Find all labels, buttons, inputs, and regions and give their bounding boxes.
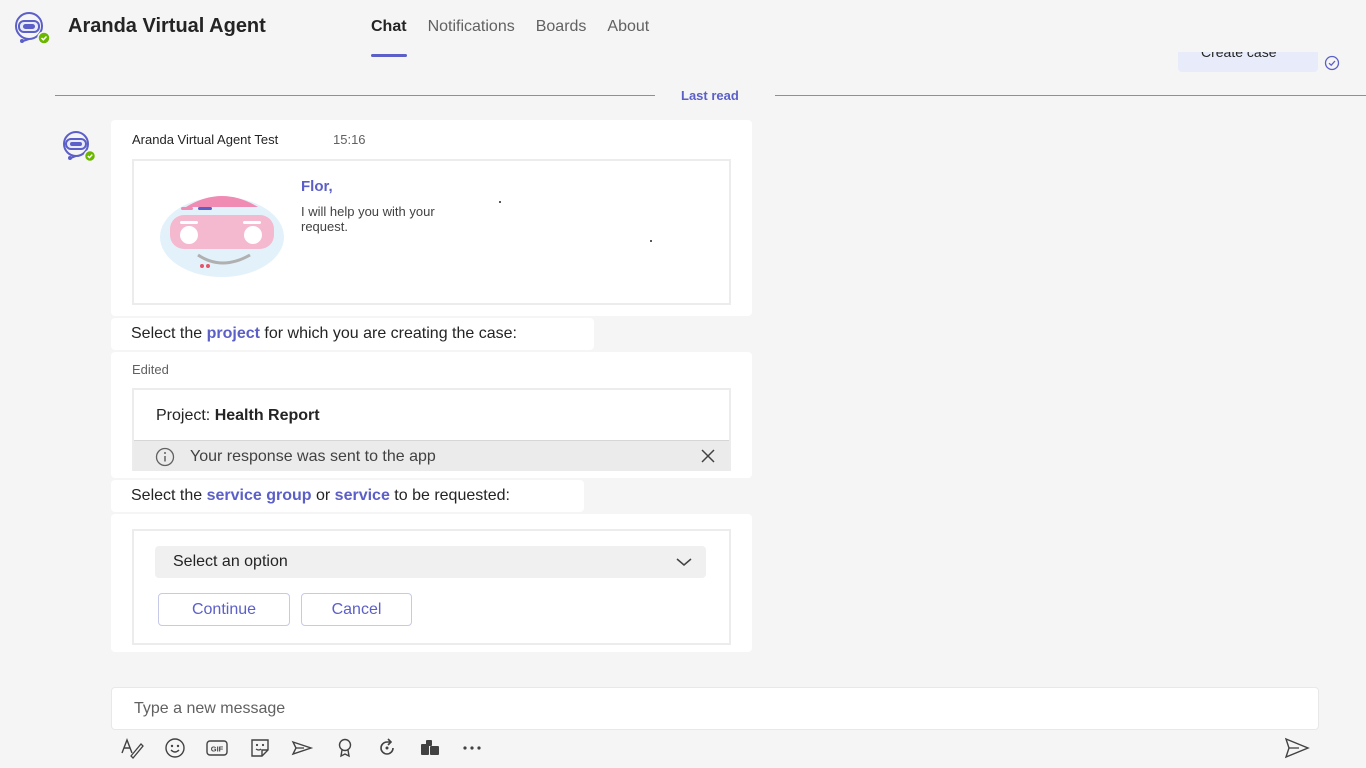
divider-line bbox=[55, 95, 655, 96]
praise-icon[interactable] bbox=[333, 736, 357, 760]
service-prompt: Select the service group or service to b… bbox=[111, 480, 584, 512]
tab-chat[interactable]: Chat bbox=[371, 0, 407, 57]
gif-icon[interactable]: GIF bbox=[205, 736, 229, 760]
apps-icon[interactable] bbox=[418, 736, 442, 760]
emoji-icon[interactable] bbox=[163, 736, 187, 760]
tab-about[interactable]: About bbox=[607, 0, 649, 57]
chevron-down-icon bbox=[676, 558, 692, 566]
loop-icon[interactable] bbox=[375, 736, 399, 760]
decor-dot bbox=[650, 240, 652, 242]
prompt-text: Select the bbox=[131, 487, 207, 504]
bot-headset-icon bbox=[15, 12, 51, 45]
prompt-text: to be requested: bbox=[389, 487, 510, 504]
service-select-card: Select an option Continue Cancel bbox=[111, 514, 752, 652]
dropdown-placeholder: Select an option bbox=[173, 553, 288, 570]
project-label: Project: bbox=[156, 407, 215, 424]
project-line: Project: Health Report bbox=[156, 407, 320, 425]
divider-line bbox=[775, 95, 1366, 96]
last-read-label: Last read bbox=[681, 88, 739, 103]
previous-message-text: Create case bbox=[1201, 52, 1277, 60]
notice-text: Your response was sent to the app bbox=[190, 448, 436, 465]
format-icon[interactable] bbox=[120, 736, 144, 760]
project-prompt: Select the project for which you are cre… bbox=[111, 318, 594, 350]
app-header: Aranda Virtual Agent Chat Notifications … bbox=[0, 0, 1366, 57]
project-response-card: Edited Project: Health Report Your respo… bbox=[111, 352, 752, 478]
svg-text:GIF: GIF bbox=[211, 745, 224, 754]
greeting-name: Flor, bbox=[301, 178, 333, 195]
message-time: 15:16 bbox=[333, 132, 366, 147]
tab-boards[interactable]: Boards bbox=[536, 0, 587, 57]
service-dropdown[interactable]: Select an option bbox=[155, 546, 706, 578]
message-input[interactable] bbox=[112, 688, 1318, 729]
close-icon[interactable] bbox=[700, 448, 716, 464]
project-summary: Project: Health Report Your response was… bbox=[132, 388, 731, 471]
previous-message-bubble[interactable]: Create case bbox=[1178, 52, 1318, 72]
prompt-text: or bbox=[311, 487, 335, 504]
tab-bar: Chat Notifications Boards About bbox=[371, 0, 670, 57]
compose-box bbox=[111, 687, 1319, 730]
prompt-text: Select the bbox=[131, 325, 207, 342]
project-value: Health Report bbox=[214, 407, 320, 424]
meet-icon[interactable] bbox=[290, 736, 314, 760]
prompt-highlight: service bbox=[334, 487, 390, 504]
greeting-text: I will help you with your request. bbox=[301, 204, 435, 234]
response-notice: Your response was sent to the app bbox=[134, 440, 729, 471]
read-receipt-icon bbox=[1324, 55, 1340, 71]
more-icon[interactable] bbox=[460, 736, 484, 760]
prompt-highlight: project bbox=[206, 325, 260, 342]
bot-message-card: Aranda Virtual Agent Test 15:16 Flor, I … bbox=[111, 120, 752, 316]
prompt-text: for which you are creating the case: bbox=[259, 325, 517, 342]
sender-name: Aranda Virtual Agent Test bbox=[132, 132, 279, 147]
app-title: Aranda Virtual Agent bbox=[68, 15, 266, 37]
cancel-button[interactable]: Cancel bbox=[301, 593, 412, 626]
service-select-form: Select an option Continue Cancel bbox=[132, 529, 731, 645]
robot-mascot-icon bbox=[160, 196, 284, 277]
tab-notifications[interactable]: Notifications bbox=[428, 0, 515, 57]
info-icon bbox=[155, 447, 175, 467]
send-icon[interactable] bbox=[1284, 736, 1310, 760]
bot-avatar-icon[interactable] bbox=[58, 131, 100, 163]
greeting-card: Flor, I will help you with your request. bbox=[132, 159, 731, 305]
prompt-highlight: service group bbox=[206, 487, 312, 504]
sticker-icon[interactable] bbox=[248, 736, 272, 760]
continue-button[interactable]: Continue bbox=[158, 593, 290, 626]
decor-dot bbox=[499, 201, 501, 203]
edited-label: Edited bbox=[132, 362, 169, 377]
